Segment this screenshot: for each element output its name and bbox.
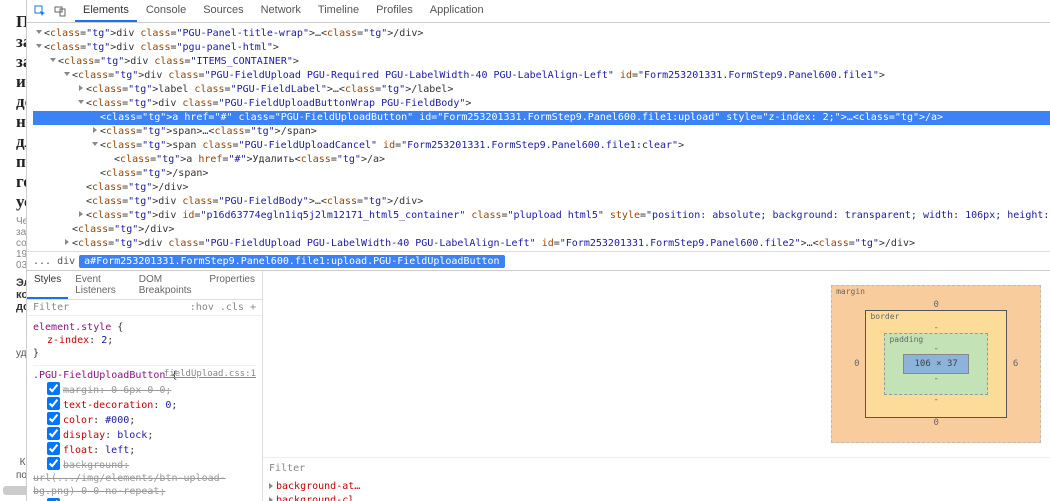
dom-node[interactable]: <class="tg">div class="PGU-FieldBody">…<… — [33, 195, 1050, 209]
dom-node[interactable]: <class="tg">div class="ITEMS_CONTAINER"> — [33, 55, 1050, 69]
styles-tabs: StylesEvent ListenersDOM BreakpointsProp… — [27, 271, 262, 300]
styles-filter-bar: Filter :hov .cls + — [27, 300, 262, 316]
computed-pane: margin0 0 border- padding- 106 × 37 - - … — [263, 271, 1050, 501]
styles-tab[interactable]: Properties — [202, 271, 262, 299]
styles-tab[interactable]: Styles — [27, 271, 68, 299]
devtools-tabs: ElementsConsoleSourcesNetworkTimelinePro… — [75, 0, 492, 22]
devtools-tab[interactable]: Network — [253, 0, 309, 22]
dom-node[interactable]: <class="tg">span>…<class="tg">/span> — [33, 125, 1050, 139]
add-rule-icon[interactable]: + — [250, 302, 256, 313]
css-prop-toggle[interactable] — [47, 382, 60, 395]
dom-node[interactable]: <class="tg">a href="#" class="PGU-FieldU… — [33, 111, 1050, 125]
devtools-tab[interactable]: Console — [138, 0, 194, 22]
hov-toggle[interactable]: :hov — [190, 302, 214, 313]
filter-input[interactable]: Filter — [269, 463, 305, 474]
filter-input[interactable]: Filter — [33, 302, 69, 313]
dom-node[interactable]: <class="tg">a href="#">Удалить<class="tg… — [33, 153, 1050, 167]
devtools-tab[interactable]: Application — [422, 0, 492, 22]
devtools-toolbar: ElementsConsoleSourcesNetworkTimelinePro… — [27, 0, 1050, 23]
inspect-icon[interactable] — [31, 2, 49, 20]
styles-tab[interactable]: Event Listeners — [68, 271, 132, 299]
dom-node[interactable]: <class="tg">label class="PGU-FieldLabel"… — [33, 83, 1050, 97]
devtools-tab[interactable]: Sources — [195, 0, 251, 22]
dom-node[interactable]: <class="tg">div id="p16d63774egln1iq5j2l… — [33, 209, 1050, 223]
css-prop-toggle[interactable] — [47, 427, 60, 440]
dom-tree[interactable]: <class="tg">div class="PGU-Panel-title-w… — [27, 23, 1050, 251]
dom-node[interactable]: <class="tg">/span> — [33, 167, 1050, 181]
horizontal-scrollbar[interactable] — [3, 486, 27, 495]
device-icon[interactable] — [51, 2, 69, 20]
dom-node[interactable]: <class="tg">div class="PGU-Panel-title-w… — [33, 27, 1050, 41]
css-prop-toggle[interactable] — [47, 397, 60, 410]
dom-node[interactable]: <class="tg">div class="PGU-FieldUploadBu… — [33, 97, 1050, 111]
devtools-pane: ElementsConsoleSourcesNetworkTimelinePro… — [27, 0, 1050, 501]
dom-node[interactable]: <class="tg">span class="PGU-FieldUploadC… — [33, 139, 1050, 153]
dom-node[interactable]: <class="tg">div class="PGU-FieldUpload P… — [33, 69, 1050, 83]
dom-node[interactable]: <class="tg">div class="PGU-FieldUpload P… — [33, 237, 1050, 251]
css-rules[interactable]: element.style { z-index: 2;} fieldUpload… — [27, 316, 262, 501]
css-prop-toggle[interactable] — [47, 412, 60, 425]
css-prop-toggle[interactable] — [47, 442, 60, 455]
computed-property[interactable]: background-at…scroll — [269, 480, 1050, 494]
dom-node[interactable]: <class="tg">/div> — [33, 223, 1050, 237]
breadcrumb[interactable]: ... div a#Form253201331.FormStep9.Panel6… — [27, 251, 1050, 270]
css-prop-toggle[interactable] — [47, 457, 60, 470]
source-link[interactable]: fieldUpload.css:1 — [164, 368, 256, 381]
devtools-tab[interactable]: Profiles — [368, 0, 421, 22]
box-content: 106 × 37 — [903, 354, 968, 374]
cls-toggle[interactable]: .cls — [220, 302, 244, 313]
page-pane: Подача заявителем заявления и документов… — [0, 0, 27, 501]
box-model[interactable]: margin0 0 border- padding- 106 × 37 - - … — [263, 271, 1050, 457]
computed-property[interactable]: background-cl…border-… — [269, 494, 1050, 501]
field-label: *Копия документа, удостоверяющего личнос… — [16, 321, 27, 438]
styles-tab[interactable]: DOM Breakpoints — [132, 271, 203, 299]
dom-node[interactable]: <class="tg">div class="pgu-panel-html"> — [33, 41, 1050, 55]
devtools-tab[interactable]: Timeline — [310, 0, 367, 22]
dom-node[interactable]: <class="tg">/div> — [33, 181, 1050, 195]
devtools-tab[interactable]: Elements — [75, 0, 137, 22]
styles-pane: StylesEvent ListenersDOM BreakpointsProp… — [27, 271, 263, 501]
computed-list[interactable]: background-at…scrollbackground-cl…border… — [263, 478, 1050, 501]
